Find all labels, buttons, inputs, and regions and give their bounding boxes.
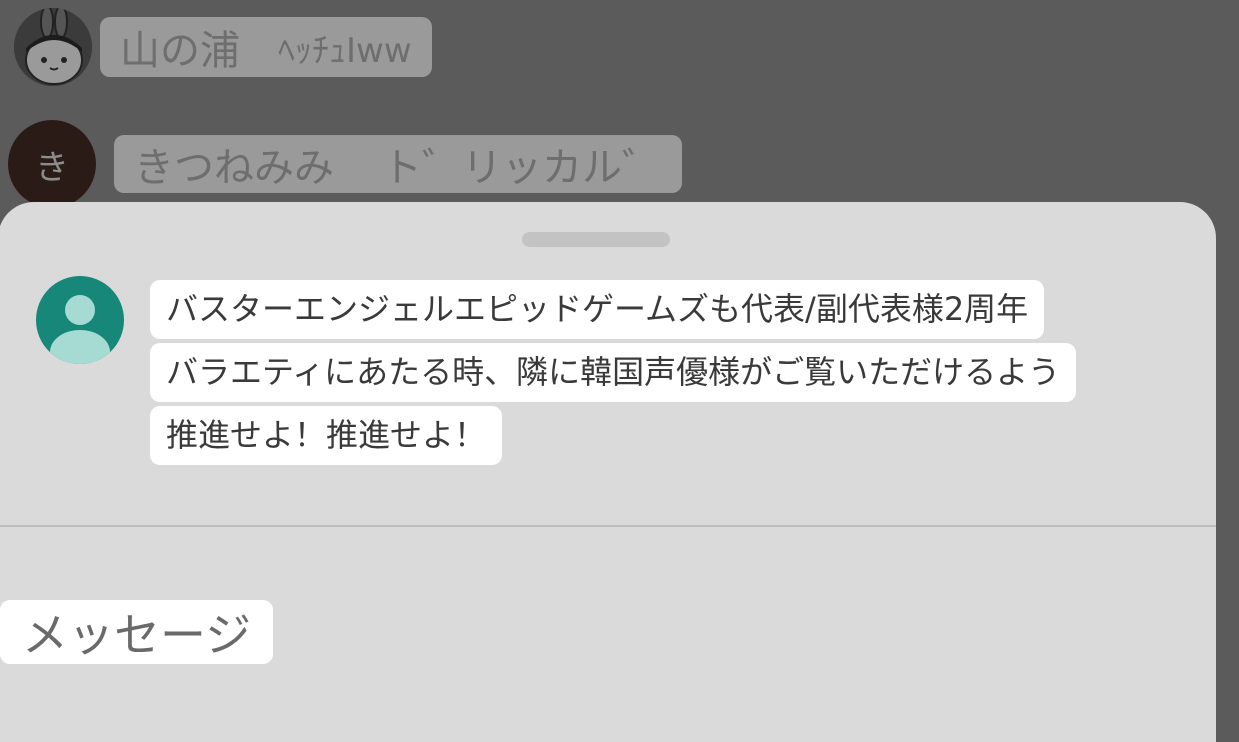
message-bubble: 山の浦 ﾍｯﾁｭIww: [100, 17, 432, 77]
drag-handle[interactable]: [522, 232, 670, 247]
background-message-row: 山の浦 ﾍｯﾁｭIww: [14, 8, 432, 86]
selected-message: バスターエンジェルエピッドゲームズも代表/副代表様2周年 バラエティにあたる時、…: [150, 280, 1077, 469]
default-user-avatar-icon: [36, 276, 124, 364]
sender-name: 山の浦: [120, 28, 240, 74]
background-message-row: き きつねみみ ト゛リッカル゛: [8, 120, 682, 208]
sender-name: きつねみみ: [134, 145, 334, 191]
divider: [0, 525, 1216, 527]
letter-avatar: き: [8, 120, 96, 208]
bunny-avatar: [14, 8, 92, 86]
message-line: 推進せよ！推進せよ！: [150, 406, 503, 465]
bottom-sheet: バスターエンジェルエピッドゲームズも代表/副代表様2周年 バラエティにあたる時、…: [0, 202, 1216, 742]
message-bubble: きつねみみ ト゛リッカル゛: [114, 135, 682, 193]
message-input[interactable]: メッセージ: [0, 600, 274, 664]
message-text: ト゛リッカル゛: [382, 145, 662, 191]
message-text: ﾍｯﾁｭIww: [278, 30, 412, 71]
message-line: バラエティにあたる時、隣に韓国声優様がご覧いただけるよう: [150, 343, 1077, 402]
message-line: バスターエンジェルエピッドゲームズも代表/副代表様2周年: [150, 280, 1045, 339]
